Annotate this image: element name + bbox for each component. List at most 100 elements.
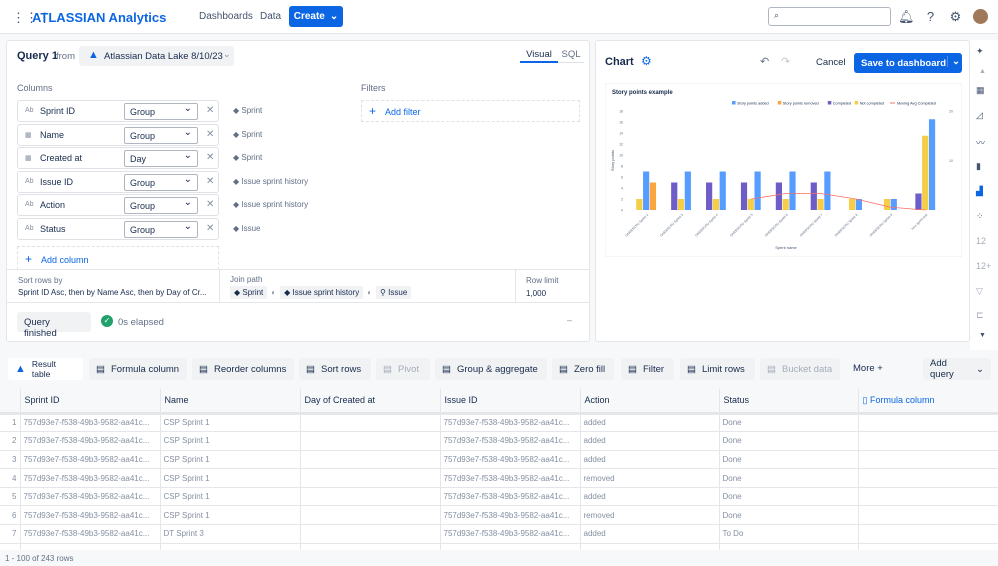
column-header[interactable]: Status [719,389,859,415]
logo[interactable]: ATLASSIAN Analytics [32,10,166,25]
help-icon[interactable]: ? [923,9,938,24]
toolbar-group[interactable]: ▤ Group & aggregate [435,358,547,380]
table-cell: 757d93e7-f538-49b3-9582-aa41c... [440,524,581,544]
add-column-button[interactable]: + Add column [17,246,219,270]
toolbar-atlassian[interactable]: ▲ Result table [8,358,83,380]
legend-label: Moving Avg Completed [897,101,936,105]
table-cell: added [580,524,720,544]
calendar-icon: ▦ [25,155,32,163]
toolbar-limit[interactable]: ▤ Limit rows [680,358,755,380]
scroll-down-icon[interactable]: ▼ [979,332,986,339]
join-issue-sprint-history: ◆ Issue sprint history [280,286,364,299]
tab-visual[interactable]: Visual [520,49,558,63]
bar-icon[interactable]: ▮ [976,161,981,172]
table-cell [300,487,441,507]
notifications-icon[interactable]: 🔔︎ [898,9,915,24]
toolbar-filter[interactable]: ▤ Filter [621,358,674,380]
chevron-down-icon[interactable]: ⌄ [947,56,960,67]
sort-rows-section[interactable]: Sort rows by Sprint ID Asc, then by Name… [7,270,220,303]
scatter-icon[interactable]: ⁘ [976,211,984,222]
remove-column-icon[interactable]: ✕ [206,129,214,140]
nav-data[interactable]: Data [260,11,281,22]
remove-column-icon[interactable]: ✕ [206,176,214,187]
toolbar-bucket[interactable]: ▤ Bucket data [760,358,840,380]
aggregation-select[interactable]: Group [124,197,198,215]
row-limit-section[interactable]: Row limit 1,000 [515,270,589,303]
table-cell: 4 [0,468,21,488]
column-row[interactable]: Ab Status Group ✕ [17,218,219,240]
bar [817,199,824,210]
toolbar-pivot[interactable]: ▤ Pivot [376,358,430,380]
y-tick-label: 14 [619,132,623,136]
save-to-dashboard-button[interactable]: Save to dashboard ⌄ [854,53,962,73]
remove-column-icon[interactable]: ✕ [206,152,214,163]
column-header[interactable]: Name [160,389,301,415]
chart-title: Chart [605,56,634,68]
aggregation-select[interactable]: Day [124,150,198,168]
column-header[interactable]: ▯ Formula column [858,389,998,415]
bucket-icon: ▤ [767,363,776,375]
more-button[interactable]: More + [853,363,883,374]
table-cell: 757d93e7-f538-49b3-9582-aa41c... [20,487,161,507]
table-row[interactable]: 3 757d93e7-f538-49b3-9582-aa41c... CSP Spr… [0,450,998,470]
number-icon[interactable]: 12 [976,236,986,246]
create-button[interactable]: Create ⌄ [289,6,343,27]
join-path[interactable]: ◆ Sprint ◐ ◆ Issue sprint history ◐ ⚲ Is… [230,286,412,299]
table-row[interactable]: 4 757d93e7-f538-49b3-9582-aa41c... CSP Spr… [0,468,998,488]
toolbar-formula[interactable]: ▤ Formula column [89,358,187,380]
add-query-button[interactable]: Add query ⌄ [923,358,991,380]
column-row[interactable]: Ab Action Group ✕ [17,194,219,217]
magic-icon[interactable]: ✦ [976,46,984,57]
table-row[interactable]: 6 757d93e7-f538-49b3-9582-aa41c... CSP Spr… [0,505,998,526]
scroll-up-icon[interactable]: ▲ [979,68,986,75]
column-row[interactable]: ▦ Name Group ✕ [17,123,219,146]
toolbar-reorder[interactable]: ▤ Reorder columns [192,358,294,380]
aggregation-select[interactable]: Group [124,126,198,144]
funnel-icon[interactable]: ▽ [976,286,983,297]
table-cell: 757d93e7-f538-49b3-9582-aa41c... [20,413,161,433]
search-input[interactable]: ⌕ [768,7,891,26]
collapse-icon[interactable]: – [567,315,572,325]
remove-column-icon[interactable]: ✕ [206,105,214,116]
remove-column-icon[interactable]: ✕ [206,199,214,210]
column-header[interactable]: Day of Created at [300,389,441,415]
table-cell: CSP Sprint 1 [160,431,301,451]
combo-icon[interactable]: ▟ [976,186,983,197]
area-icon[interactable]: ◿ [976,110,983,121]
bullet-icon[interactable]: ⊏ [976,310,984,321]
table-cell [858,413,998,433]
column-row[interactable]: Ab Issue ID Group ✕ [17,170,219,193]
table-row[interactable]: 5 757d93e7-f538-49b3-9582-aa41c... CSP Spr… [0,487,998,507]
aggregation-select[interactable]: Group [124,103,198,120]
table-icon[interactable]: ▦ [976,85,985,96]
table-row[interactable]: 2 757d93e7-f538-49b3-9582-aa41c... CSP Spr… [0,431,998,451]
chart-settings-icon[interactable]: ⚙ [641,54,652,68]
toolbar-zero[interactable]: ▤ Zero fill [552,358,614,380]
nav-dashboards[interactable]: Dashboards [199,11,253,22]
aggregation-select[interactable]: Group [124,221,198,238]
add-filter-button[interactable]: + Add filter [361,100,580,122]
avatar[interactable] [973,9,988,24]
column-row[interactable]: Ab Sprint ID Group ✕ [17,100,219,122]
bar [740,182,748,210]
aggregation-select[interactable]: Group [124,173,198,191]
remove-column-icon[interactable]: ✕ [206,223,214,234]
redo-icon[interactable]: ↷ [781,55,790,68]
table-row[interactable]: 7 757d93e7-f538-49b3-9582-aa41c... DT Spri… [0,524,998,544]
line-icon[interactable]: 〰 [976,136,985,149]
column-name: Sprint ID [40,106,76,116]
y-tick-label: 2 [621,198,623,202]
number-trend-icon[interactable]: 12+ [976,261,991,271]
undo-icon[interactable]: ↶ [760,55,769,68]
column-header[interactable]: Action [580,389,720,415]
table-cell: 1 [0,413,21,433]
column-header[interactable]: Sprint ID [20,389,161,415]
data-source-select[interactable]: ▲ Atlassian Data Lake 8/10/23 ⌄ [79,46,234,66]
table-row[interactable]: 1 757d93e7-f538-49b3-9582-aa41c... CSP Spr… [0,413,998,433]
settings-icon[interactable]: ⚙ [948,9,963,24]
toolbar-sort[interactable]: ▤ Sort rows [299,358,371,380]
tab-sql[interactable]: SQL [558,49,584,63]
column-row[interactable]: ▦ Created at Day ✕ [17,147,219,170]
column-header[interactable]: Issue ID [440,389,581,415]
cancel-button[interactable]: Cancel [816,57,846,68]
